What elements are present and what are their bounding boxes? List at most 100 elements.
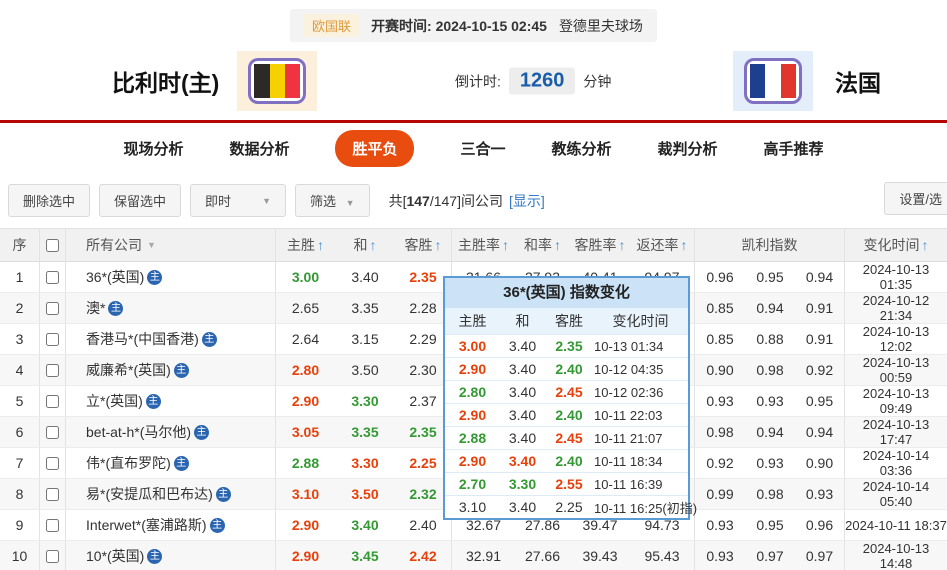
row-select [40,262,66,292]
popup-draw-odds: 3.40 [508,430,537,446]
row-checkbox[interactable] [46,425,59,439]
draw-odds[interactable]: 3.35 [335,300,395,316]
row-checkbox[interactable] [46,332,59,346]
row-checkbox[interactable] [46,301,59,315]
header-draw-odds[interactable]: 和 ↑ [335,235,395,255]
keep-selected-button[interactable]: 保留选中 [99,184,182,217]
company-cell[interactable]: 立*(英国) 主 [66,386,276,416]
draw-odds[interactable]: 3.30 [335,455,395,471]
header-home-odds[interactable]: 主胜 ↑ [276,235,335,255]
popup-change-time: 10-11 16:25(初指) [594,500,698,516]
draw-odds[interactable]: 3.40 [335,517,395,533]
change-time: 2024-10-12 21:34 [862,293,930,323]
belgium-flag-icon [254,64,301,98]
draw-odds[interactable]: 3.35 [335,424,395,440]
draw-odds[interactable]: 3.30 [335,393,395,409]
caret-down-icon: ▼ [345,198,355,208]
popup-change-time: 10-11 18:34 [594,453,663,469]
popup-away-odds: 2.55 [555,476,583,492]
row-seq: 6 [0,417,40,447]
kelly-away: 0.94 [795,417,845,447]
away-team: 法国 [733,51,881,111]
settings-button[interactable]: 设置/选 [884,182,947,215]
draw-odds[interactable]: 3.40 [335,269,395,285]
home-odds[interactable]: 2.80 [276,362,335,378]
home-odds[interactable]: 2.65 [276,300,335,316]
company-cell[interactable]: 伟*(直布罗陀) 主 [66,448,276,478]
caret-down-icon: ▼ [147,240,156,250]
tab[interactable]: 数据分析 [229,138,289,159]
company-cell[interactable]: 易*(安提瓜和巴布达) 主 [66,479,276,509]
header-away-rate[interactable]: 客胜率 ↑ [570,235,630,255]
header-away-odds[interactable]: 客胜 ↑ [395,229,452,261]
company-name: 36*(英国) [86,269,145,285]
company-cell[interactable]: 36*(英国) 主 [66,262,276,292]
show-link[interactable]: [显示] [509,193,545,209]
row-checkbox[interactable] [46,270,59,284]
home-odds[interactable]: 2.64 [276,331,335,347]
row-select [40,386,66,416]
draw-odds[interactable]: 3.50 [335,362,395,378]
kelly-draw: 0.93 [756,393,784,409]
kelly-home: 0.92 [706,455,734,471]
draw-odds[interactable]: 3.15 [335,331,395,347]
company-cell[interactable]: 10*(英国) 主 [66,541,276,570]
home-odds[interactable]: 2.90 [276,548,335,564]
tab[interactable]: 三合一 [460,138,505,159]
host-badge-icon: 主 [209,517,225,533]
home-odds[interactable]: 2.90 [276,517,335,533]
home-odds[interactable]: 3.00 [276,269,335,285]
kelly-home: 0.98 [706,424,734,440]
delete-selected-button[interactable]: 删除选中 [8,184,91,217]
row-checkbox[interactable] [46,456,59,470]
header-change-time[interactable]: 变化时间 ↑ [845,235,947,255]
company-cell[interactable]: 澳* 主 [66,293,276,323]
filter-dropdown[interactable]: 筛选 ▼ [295,184,370,217]
odds-history-popup: 36*(英国) 指数变化 主胜 和 客胜 变化时间 3.00 3.40 2.35… [443,276,698,520]
tab[interactable]: 教练分析 [552,138,612,159]
kelly-draw: 0.93 [756,455,784,471]
company-cell[interactable]: 香港马*(中国香港) 主 [66,324,276,354]
home-odds[interactable]: 2.90 [276,393,335,409]
tab[interactable]: 胜平负 [335,129,415,167]
host-badge-icon: 主 [173,362,189,378]
countdown: 倒计时: 1260 分钟 [455,67,611,95]
tab[interactable]: 高手推荐 [764,138,824,159]
kickoff-time: 开赛时间: 2024-10-15 02:45 [371,17,547,34]
live-dropdown[interactable]: 即时 ▼ [190,184,287,217]
table-row[interactable]: 10 10*(英国) 主 2.90 3.45 2.42 32.91 27.66 … [0,541,947,570]
draw-odds[interactable]: 3.45 [335,548,395,564]
row-checkbox[interactable] [46,549,59,563]
away-flag-wrap [733,51,813,111]
header-home-rate[interactable]: 主胜率 ↑ [452,235,515,255]
draw-odds[interactable]: 3.50 [335,486,395,502]
header-draw-rate[interactable]: 和率 ↑ [515,235,570,255]
row-checkbox[interactable] [46,394,59,408]
toolbar: 删除选中 保留选中 即时 ▼ 筛选 ▼ 共[147/147]间公司 [显示] 设置… [0,177,947,223]
popup-header: 主胜 和 客胜 变化时间 [445,308,688,334]
home-odds[interactable]: 2.88 [276,455,335,471]
header-return-rate[interactable]: 返还率 ↑ [630,229,695,261]
countdown-value: 1260 [508,67,576,95]
company-cell[interactable]: 威廉希*(英国) 主 [66,355,276,385]
tab[interactable]: 裁判分析 [658,138,718,159]
header-kelly: 凯利指数 [695,229,845,261]
row-checkbox[interactable] [46,363,59,377]
kelly-home: 0.99 [706,486,734,502]
home-odds[interactable]: 3.05 [276,424,335,440]
select-all-checkbox[interactable] [46,238,59,252]
row-seq: 7 [0,448,40,478]
company-cell[interactable]: Interwet*(塞浦路斯) 主 [66,510,276,540]
popup-draw-odds: 3.40 [508,407,537,423]
tab[interactable]: 现场分析 [123,138,183,159]
company-cell[interactable]: bet-at-h*(马尔他) 主 [66,417,276,447]
popup-body: 3.00 3.40 2.35 10-13 01:34 2.90 3.40 2.4… [445,334,698,518]
header-company[interactable]: 所有公司 ▼ [66,229,276,261]
kelly-away: 0.90 [795,448,845,478]
kelly-home: 0.85 [706,300,734,316]
row-checkbox[interactable] [46,518,59,532]
home-odds[interactable]: 3.10 [276,486,335,502]
away-odds[interactable]: 2.42 [395,541,452,570]
filter-dropdown-label: 筛选 [310,194,337,209]
row-checkbox[interactable] [46,487,59,501]
